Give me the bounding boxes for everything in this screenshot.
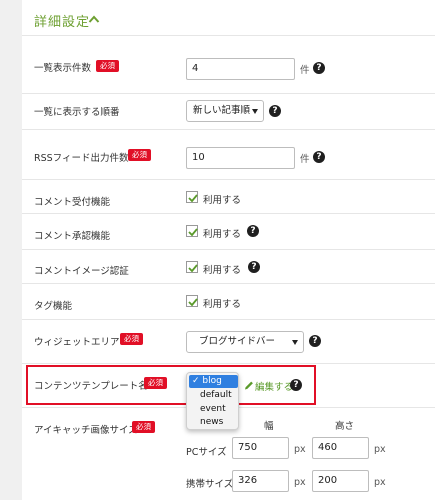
eyecatch-label: アイキャッチ画像サイズ [34,425,138,436]
template-option-news[interactable]: news [189,416,238,429]
px-unit: px [294,444,306,455]
widget-area-label: ウィジェットエリア [34,337,120,348]
list-order-select[interactable]: 新しい記事順 [186,100,264,122]
checkmark-icon: ✓ [192,376,203,386]
comment-image-auth-label: コメントイメージ認証 [34,266,129,277]
section-title: 詳細設定 [34,15,91,30]
comment-accept-row: コメント受付機能 利用する [22,180,435,214]
widget-area-select[interactable]: ブログサイドバー [186,331,304,353]
tag-label: タグ機能 [34,301,73,312]
rss-count-label: RSSフィード出力件数 [34,153,129,164]
pencil-icon [245,381,253,390]
pc-width-input[interactable]: 750 [232,437,289,459]
template-option-label: default [200,390,232,400]
template-option-event[interactable]: event [189,403,238,416]
list-order-row: 一覧に表示する順番 新しい記事順 ? [22,94,435,130]
pc-height-input[interactable]: 460 [312,437,369,459]
comment-accept-checkbox[interactable] [186,191,198,203]
list-order-value: 新しい記事順 [193,105,251,116]
rss-count-unit: 件 [300,154,310,165]
list-count-input[interactable]: 4 [186,58,295,80]
comment-accept-checkbox-label: 利用する [203,195,242,206]
mobile-width-input[interactable]: 326 [232,470,289,492]
comment-accept-label: コメント受付機能 [34,197,111,208]
template-option-label: news [200,417,224,427]
mobile-size-label: 携帯サイズ [186,479,234,490]
mobile-height-input[interactable]: 200 [312,470,369,492]
help-icon[interactable]: ? [269,105,281,117]
rss-count-input[interactable]: 10 [186,147,295,169]
chevron-up-icon[interactable] [88,14,100,24]
template-option-blog[interactable]: ✓ blog [189,375,238,388]
height-column-header: 高さ [335,421,355,432]
tag-row: タグ機能 利用する [22,284,435,320]
list-count-unit: 件 [300,65,310,76]
comment-image-auth-checkbox[interactable] [186,261,198,273]
checkmark-icon [188,194,198,203]
template-option-default[interactable]: default [189,389,238,402]
template-dropdown-menu[interactable]: ✓ blog default event news [186,372,239,430]
edit-template-label: 編集する [255,382,294,393]
px-unit: px [374,477,386,488]
tag-checkbox[interactable] [186,295,198,307]
help-icon[interactable]: ? [247,225,259,237]
help-icon[interactable]: ? [313,151,325,163]
help-icon[interactable]: ? [290,379,302,391]
help-icon[interactable]: ? [313,62,325,74]
checkmark-icon [188,264,198,273]
list-count-row: 一覧表示件数 必須 4 件 ? [22,36,435,94]
rss-count-row: RSSフィード出力件数 必須 10 件 ? [22,130,435,180]
comment-image-auth-row: コメントイメージ認証 利用する ? [22,250,435,284]
help-icon[interactable]: ? [309,335,321,347]
px-unit: px [294,477,306,488]
required-badge: 必須 [128,149,151,161]
template-option-label: blog [202,376,222,386]
comment-approval-label: コメント承認機能 [34,231,111,242]
list-count-label: 一覧表示件数 [34,63,92,74]
template-option-label: event [200,404,226,414]
px-unit: px [374,444,386,455]
required-badge: 必須 [96,60,119,72]
help-icon[interactable]: ? [248,261,260,273]
caret-down-icon [292,340,298,345]
pc-size-label: PCサイズ [186,447,227,458]
widget-area-row: ウィジェットエリア 必須 ブログサイドバー ? [22,320,435,364]
checkmark-icon [188,298,198,307]
required-badge: 必須 [132,421,155,433]
widget-area-value: ブログサイドバー [199,336,276,347]
section-header[interactable]: 詳細設定 [22,0,435,36]
comment-approval-checkbox[interactable] [186,225,198,237]
checkmark-icon [188,228,198,237]
comment-image-auth-checkbox-label: 利用する [203,265,242,276]
width-column-header: 幅 [264,421,274,432]
comment-approval-checkbox-label: 利用する [203,229,242,240]
tag-checkbox-label: 利用する [203,299,242,310]
caret-down-icon [252,109,258,114]
comment-approval-row: コメント承認機能 利用する ? [22,214,435,250]
list-order-label: 一覧に表示する順番 [34,107,120,118]
required-badge: 必須 [120,333,143,345]
